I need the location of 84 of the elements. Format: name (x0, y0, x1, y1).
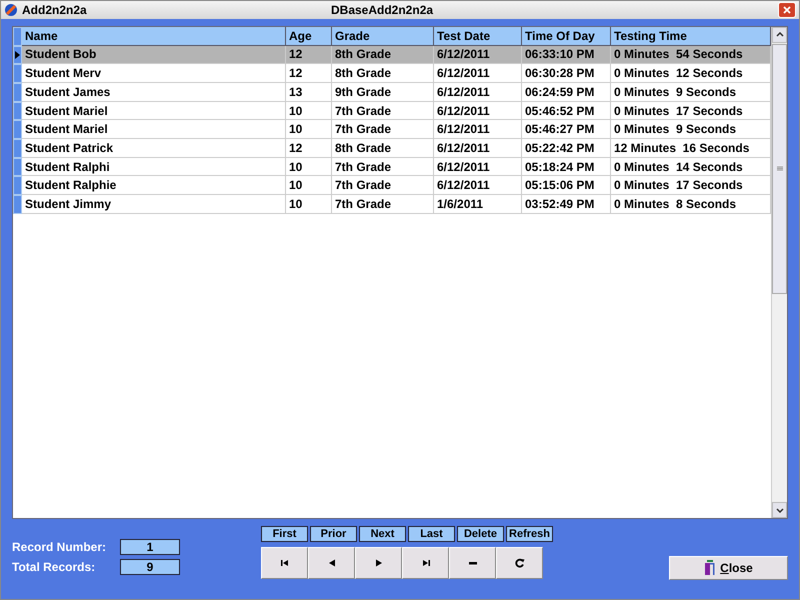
table-cell: 0 Minutes 9 Seconds (611, 83, 771, 102)
table-cell: Student Jimmy (22, 195, 286, 214)
first-icon (280, 558, 290, 568)
column-header[interactable]: Name (22, 26, 286, 46)
table-cell: 03:52:49 PM (522, 195, 611, 214)
pointer-icon (15, 50, 20, 59)
table-cell: Student Ralphie (22, 176, 286, 196)
previous-icon (326, 558, 336, 568)
table-cell: 9th Grade (332, 83, 434, 102)
table-cell: 0 Minutes 17 Seconds (611, 102, 771, 120)
column-header[interactable]: Time Of Day (522, 26, 611, 46)
door-icon (704, 560, 716, 576)
refresh-icon (514, 558, 524, 568)
table-cell: 10 (286, 102, 332, 120)
table-cell: 6/12/2011 (434, 102, 522, 120)
table-cell: 05:15:06 PM (522, 176, 611, 196)
table-cell: 05:22:42 PM (522, 139, 611, 158)
table-cell: 7th Grade (332, 120, 434, 140)
table-cell: 1/6/2011 (434, 195, 522, 214)
value-field: 1 (120, 539, 180, 556)
table-cell: Student Patrick (22, 139, 286, 158)
table-cell: 6/12/2011 (434, 64, 522, 83)
table-cell: Student Bob (22, 46, 286, 64)
table-cell: 12 (286, 64, 332, 83)
grip-icon[interactable] (776, 166, 782, 172)
navigator-label: Delete (457, 526, 504, 542)
table-cell: 10 (286, 195, 332, 214)
table-cell: 6/12/2011 (434, 176, 522, 196)
table-cell: 0 Minutes 14 Seconds (611, 158, 771, 176)
table-cell: Student James (22, 83, 286, 102)
row-selector[interactable] (13, 46, 22, 64)
table-cell: 6/12/2011 (434, 46, 522, 64)
table-cell: 7th Grade (332, 176, 434, 196)
table-cell: 05:18:24 PM (522, 158, 611, 176)
window-title: Add2n2n2a (22, 2, 87, 17)
column-header[interactable]: Age (286, 26, 332, 46)
table-cell: 05:46:52 PM (522, 102, 611, 120)
column-header[interactable]: Test Date (434, 26, 522, 46)
table-cell: Student Mariel (22, 120, 286, 140)
scrollbar[interactable] (771, 26, 787, 518)
window-caption: DBaseAdd2n2n2a (331, 3, 434, 17)
header-selector (13, 26, 22, 46)
table-cell: 0 Minutes 8 Seconds (611, 195, 771, 214)
table-cell: 6/12/2011 (434, 158, 522, 176)
table-cell: 10 (286, 120, 332, 140)
table-cell: 6/12/2011 (434, 139, 522, 158)
table-cell: 12 (286, 139, 332, 158)
column-header[interactable]: Testing Time (611, 26, 771, 46)
next-icon (374, 558, 384, 568)
value-field: 9 (120, 559, 180, 576)
table-cell: 12 Minutes 16 Seconds (611, 139, 771, 158)
field-label: Total Records: (12, 560, 96, 574)
table-cell: 05:46:27 PM (522, 120, 611, 140)
table-cell: Student Mariel (22, 102, 286, 120)
table-cell: 06:24:59 PM (522, 83, 611, 102)
navigator-label: Last (408, 526, 455, 542)
close-icon[interactable] (778, 2, 796, 18)
table-cell: 10 (286, 158, 332, 176)
table-cell: 0 Minutes 54 Seconds (611, 46, 771, 64)
table-cell: 7th Grade (332, 195, 434, 214)
table-cell: 7th Grade (332, 102, 434, 120)
navigator-button[interactable] (496, 547, 543, 580)
column-header[interactable]: Grade (332, 26, 434, 46)
table-cell: 06:30:28 PM (522, 64, 611, 83)
table-cell: 10 (286, 176, 332, 196)
table-cell: 8th Grade (332, 139, 434, 158)
table-cell: Student Merv (22, 64, 286, 83)
table-cell: 12 (286, 46, 332, 64)
table-cell: 8th Grade (332, 46, 434, 64)
navigator-label: First (261, 526, 308, 542)
last-icon (420, 558, 430, 568)
app-icon (4, 2, 18, 17)
navigator-label: Refresh (506, 526, 553, 542)
table-cell: 6/12/2011 (434, 83, 522, 102)
close-button[interactable]: Close (669, 556, 788, 580)
navigator-label: Next (359, 526, 406, 542)
field-label: Record Number: (12, 540, 108, 554)
table-cell: 06:33:10 PM (522, 46, 611, 64)
table-cell: Student Ralphi (22, 158, 286, 176)
table-cell: 7th Grade (332, 158, 434, 176)
table-cell: 8th Grade (332, 64, 434, 83)
navigator-label: Prior (310, 526, 357, 542)
table-cell: 6/12/2011 (434, 120, 522, 140)
table-cell: 13 (286, 83, 332, 102)
